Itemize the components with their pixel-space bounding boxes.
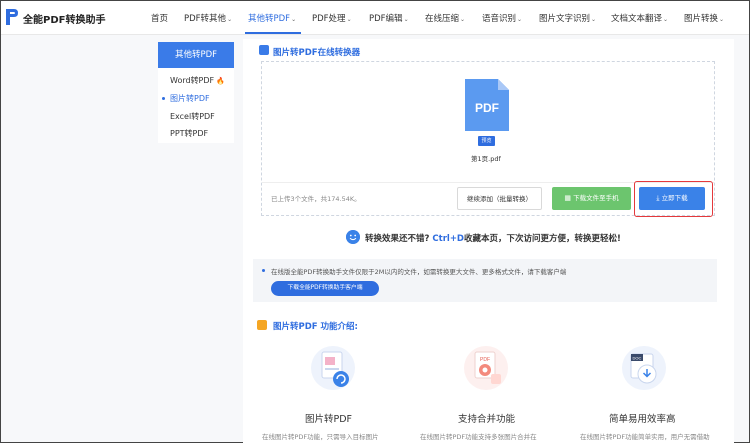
feature-desc-efficiency: 在线图片转PDF功能简单实用，用户无需借助 xyxy=(580,433,710,441)
sidebar-header: 其他转PDF xyxy=(158,42,234,68)
active-indicator-dot xyxy=(162,97,165,100)
nav-ocr[interactable]: 图片文字识别⌄ xyxy=(539,12,596,24)
pdf-file-label: PDF xyxy=(475,101,499,115)
nav-image-convert[interactable]: 图片转换⌄ xyxy=(684,12,724,24)
feature-desc-image-to-pdf: 在线图片转PDF功能，只需导入目标图片 xyxy=(262,433,379,441)
chevron-down-icon: ⌄ xyxy=(719,16,725,23)
sidebar-item-ppt-to-pdf[interactable]: PPT转PDF xyxy=(170,128,208,139)
nav-pdf-to-other[interactable]: PDF转其他⌄ xyxy=(184,12,232,24)
chevron-down-icon: ⌄ xyxy=(403,16,409,23)
download-to-phone-button[interactable]: ▦ 下载文件至手机 xyxy=(552,187,631,210)
merge-illustration-icon: PDF xyxy=(464,346,508,390)
chevron-down-icon: ⌄ xyxy=(663,16,669,23)
nav-translate[interactable]: 文档文本翻译⌄ xyxy=(611,12,668,24)
sidebar-item-word-to-pdf[interactable]: Word转PDF 🔥 xyxy=(170,75,225,86)
notice-text: 在线版全能PDF转换助手文件仅限于2M以内的文件，如需转换更大文件、更多格式文件… xyxy=(271,268,567,276)
notice-bullet xyxy=(262,269,265,272)
nav-speech[interactable]: 语音识别⌄ xyxy=(482,12,522,24)
chevron-down-icon: ⌄ xyxy=(346,16,352,23)
chevron-down-icon: ⌄ xyxy=(517,16,523,23)
upload-status: 已上传3个文件，共174.54K。 xyxy=(271,195,361,203)
promo-text: 转换效果还不错? Ctrl+D收藏本页，下次访问更方便，转换更轻松! xyxy=(365,234,621,244)
chevron-down-icon: ⌄ xyxy=(460,16,466,23)
image-to-pdf-illustration-icon xyxy=(311,346,355,390)
chevron-down-icon: ⌄ xyxy=(291,16,297,23)
brand-name[interactable]: 全能PDF转换助手 xyxy=(23,11,105,26)
converter-icon xyxy=(259,45,269,55)
app-logo-icon[interactable] xyxy=(5,8,19,26)
hotkey-text: Ctrl+D xyxy=(432,234,464,244)
download-client-button[interactable]: 下载全能PDF转换助手客户端 xyxy=(271,281,379,296)
sidebar: 其他转PDF Word转PDF 🔥 图片转PDF Excel转PDF PPT转PD… xyxy=(158,42,234,143)
active-tab-underline xyxy=(245,32,301,34)
sidebar-item-excel-to-pdf[interactable]: Excel转PDF xyxy=(170,111,215,122)
sidebar-item-image-to-pdf[interactable]: 图片转PDF xyxy=(170,93,210,104)
svg-text:DOC: DOC xyxy=(633,356,642,361)
add-more-button[interactable]: 继续添加（批量转换） xyxy=(457,187,542,210)
converter-title: 图片转PDF在线转换器 xyxy=(273,48,361,58)
highlight-annotation xyxy=(634,181,713,217)
feature-title-efficiency: 简单易用效率高 xyxy=(609,414,676,425)
pdf-file-icon[interactable]: PDF xyxy=(465,79,509,131)
smile-icon xyxy=(346,230,360,244)
nav-pdf-process[interactable]: PDF处理⌄ xyxy=(312,12,352,24)
features-title: 图片转PDF 功能介绍: xyxy=(273,322,358,332)
feature-title-image-to-pdf: 图片转PDF xyxy=(305,414,353,425)
nav-home[interactable]: 首页 xyxy=(151,12,168,24)
file-name: 第1页.pdf xyxy=(471,155,501,163)
nav-pdf-edit[interactable]: PDF编辑⌄ xyxy=(369,12,409,24)
chevron-down-icon: ⌄ xyxy=(591,16,597,23)
fire-icon: 🔥 xyxy=(216,77,225,85)
features-icon xyxy=(257,320,267,330)
preview-button[interactable]: 预览 xyxy=(478,136,495,146)
feature-desc-merge: 在线图片转PDF功能支持多张图片合并在 xyxy=(420,433,537,441)
nav-compress[interactable]: 在线压缩⌄ xyxy=(425,12,465,24)
top-nav: 全能PDF转换助手 首页 PDF转其他⌄ 其他转PDF⌄ PDF处理⌄ PDF编… xyxy=(1,1,749,35)
feature-title-merge: 支持合并功能 xyxy=(458,414,516,425)
nav-other-to-pdf[interactable]: 其他转PDF⌄ xyxy=(248,12,296,24)
svg-text:PDF: PDF xyxy=(480,357,490,363)
chevron-down-icon: ⌄ xyxy=(227,16,233,23)
efficiency-illustration-icon: DOC xyxy=(622,346,666,390)
phone-icon: ▦ xyxy=(564,194,572,202)
